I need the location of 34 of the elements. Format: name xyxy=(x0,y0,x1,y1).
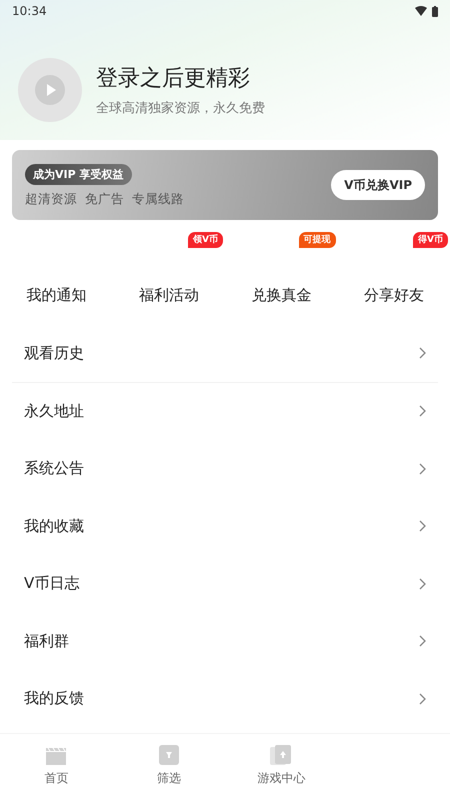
nav-label[interactable]: 游戏中心 xyxy=(257,770,306,787)
chevron-right-icon xyxy=(419,692,426,705)
menu-item[interactable]: 我的反馈 xyxy=(12,670,438,728)
chevron-right-icon xyxy=(419,405,426,418)
vip-features: 超清资源 免广告 专属线路 xyxy=(25,190,184,208)
shortcut-item[interactable]: 我的通知 xyxy=(26,286,86,305)
play-icon xyxy=(35,75,65,105)
chevron-right-icon xyxy=(419,520,426,532)
shortcut-item[interactable]: 兑换真金 xyxy=(251,286,312,305)
wifi-icon xyxy=(415,6,427,16)
login-title[interactable]: 登录之后更精彩 xyxy=(96,63,265,93)
promo-tag: 得V币 xyxy=(413,232,448,248)
nav-label[interactable]: 筛选 xyxy=(156,770,181,787)
chevron-right-icon xyxy=(419,462,426,475)
chevron-right-icon xyxy=(419,578,426,590)
cards-icon xyxy=(270,744,292,766)
menu-item[interactable]: 永久地址 xyxy=(12,382,438,440)
chevron-right-icon xyxy=(419,635,426,648)
status-time: 10:34 xyxy=(12,4,47,18)
nav-label[interactable]: 首页 xyxy=(44,770,68,787)
menu-item[interactable]: V币日志 xyxy=(12,555,438,612)
shortcut-item[interactable]: 分享好友 xyxy=(364,286,424,305)
menu-item[interactable]: 福利群 xyxy=(12,612,438,670)
promo-tag: 可提现 xyxy=(298,232,336,248)
filter-icon xyxy=(158,744,180,766)
login-subtitle: 全球高清独家资源，永久免费 xyxy=(96,100,265,117)
promo-tag: 领V币 xyxy=(188,232,223,248)
shortcut-item[interactable]: 福利活动 xyxy=(138,286,199,305)
vip-badge: 成为VIP 享受权益 xyxy=(25,164,132,184)
menu-item[interactable]: 系统公告 xyxy=(12,440,438,498)
redeem-vip-button[interactable]: V币兑换VIP xyxy=(331,170,425,200)
chevron-right-icon xyxy=(419,347,426,360)
battery-icon xyxy=(432,6,438,16)
menu-item[interactable]: 我的收藏 xyxy=(12,498,438,555)
